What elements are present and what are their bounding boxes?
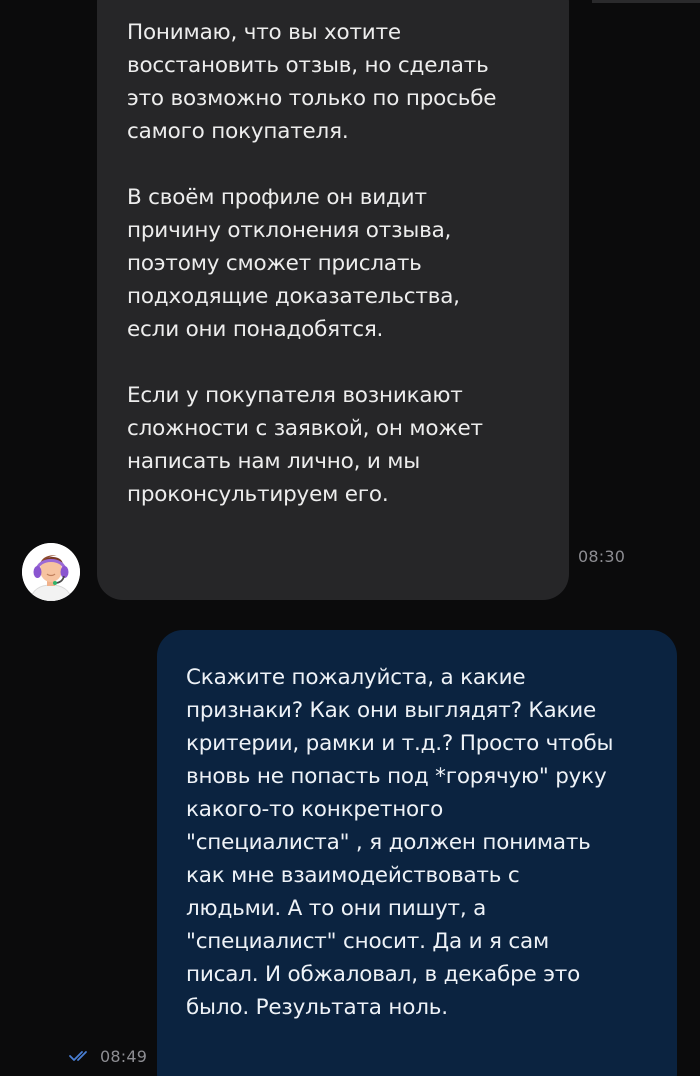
outgoing-message-meta: 08:49	[68, 1045, 147, 1067]
top-divider	[592, 0, 700, 3]
outgoing-message-time: 08:49	[100, 1046, 148, 1066]
support-agent-headset-icon	[22, 543, 80, 601]
incoming-message-time: 08:30	[578, 547, 626, 566]
double-check-read-icon	[69, 1051, 87, 1061]
support-agent-avatar[interactable]	[22, 543, 80, 601]
chat-message-list[interactable]: Понимаю, что вы хотите восстановить отзы…	[0, 0, 700, 1076]
incoming-message-bubble[interactable]: Понимаю, что вы хотите восстановить отзы…	[97, 0, 569, 600]
outgoing-message-bubble[interactable]: Скажите пожалуйста, а какие признаки? Ка…	[157, 630, 677, 1076]
incoming-message-text: Понимаю, что вы хотите восстановить отзы…	[127, 20, 497, 507]
outgoing-message-text: Скажите пожалуйста, а какие признаки? Ка…	[186, 665, 614, 1020]
